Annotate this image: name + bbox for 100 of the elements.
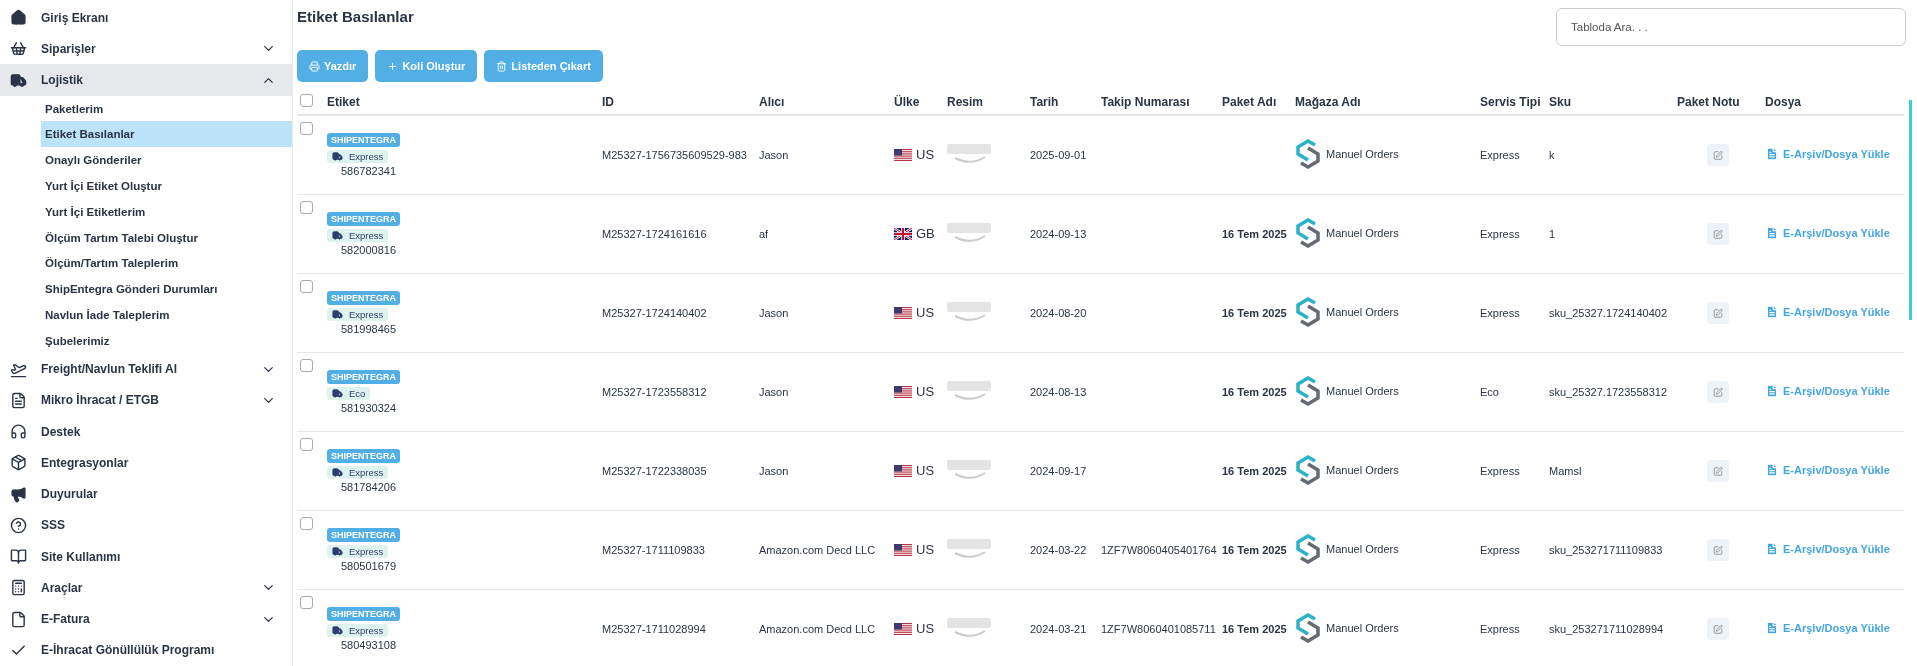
submenu-item[interactable]: Şubelerimiz bbox=[41, 327, 292, 354]
truck-icon bbox=[332, 467, 343, 478]
edit-note-button[interactable] bbox=[1707, 302, 1729, 324]
row-checkbox[interactable] bbox=[300, 201, 313, 214]
column-header: Takip Numarası bbox=[1098, 90, 1219, 115]
row-checkbox[interactable] bbox=[300, 122, 313, 135]
sidebar-item[interactable]: Freight/Navlun Teklifi Al bbox=[0, 353, 292, 385]
menu-item-icon bbox=[10, 9, 27, 27]
table-cell: M25327-1723558312 bbox=[599, 352, 756, 432]
service-tag: Eco bbox=[327, 387, 371, 400]
row-checkbox[interactable] bbox=[300, 359, 313, 372]
store-logo-icon bbox=[1295, 455, 1321, 485]
table-cell: sku_253271711109833 bbox=[1546, 510, 1674, 590]
table-cell: M25327-1711028994 bbox=[599, 589, 756, 666]
menu-item-icon bbox=[10, 610, 27, 628]
submenu-item[interactable]: Onaylı Gönderiler bbox=[41, 147, 292, 174]
no-image-placeholder bbox=[947, 302, 991, 324]
truck-icon bbox=[332, 388, 343, 399]
button-icon bbox=[387, 60, 399, 72]
no-image-placeholder bbox=[947, 223, 991, 245]
edit-icon bbox=[1713, 465, 1723, 477]
label-number: 586782341 bbox=[341, 165, 397, 177]
carrier-badge: SHIPENTEGRA bbox=[327, 528, 400, 542]
no-image-placeholder bbox=[947, 618, 991, 640]
submenu-item[interactable]: ShipEntegra Gönderi Durumları bbox=[41, 276, 292, 302]
us-flag-icon bbox=[894, 543, 912, 556]
row-checkbox[interactable] bbox=[300, 280, 313, 293]
submenu-item[interactable]: Yurt İçi Etiketlerim bbox=[41, 198, 292, 225]
sidebar-item[interactable]: Entegrasyonlar bbox=[0, 447, 292, 479]
submenu-item[interactable]: Paketlerim bbox=[41, 95, 292, 122]
select-all-checkbox[interactable] bbox=[300, 94, 313, 107]
edit-note-button[interactable] bbox=[1707, 144, 1729, 166]
table-cell: 2024-03-21 bbox=[1027, 589, 1098, 666]
table-cell: af bbox=[756, 194, 891, 274]
submenu-item[interactable]: Etiket Basılanlar bbox=[41, 121, 292, 148]
sidebar-item[interactable]: Mikro İhracat / ETGB bbox=[0, 384, 292, 416]
table-cell: Eco bbox=[1477, 352, 1546, 432]
table-cell: 2025-09-01 bbox=[1027, 115, 1098, 195]
package-name: 16 Tem 2025 bbox=[1222, 465, 1287, 477]
service-tag: Express bbox=[327, 229, 389, 242]
submenu-item[interactable]: Navlun İade Taleplerim bbox=[41, 301, 292, 328]
menu-item-icon bbox=[10, 391, 27, 409]
sidebar-item[interactable]: Site Kullanımı bbox=[0, 540, 292, 573]
column-header: Resim bbox=[944, 90, 1027, 115]
sidebar-item[interactable]: Siparişler bbox=[0, 33, 292, 65]
service-tag: Express bbox=[327, 545, 389, 558]
table-cell: sku_25327.1723558312 bbox=[1546, 352, 1674, 432]
table-cell: Express bbox=[1477, 194, 1546, 274]
row-checkbox[interactable] bbox=[300, 596, 313, 609]
store-name: Manuel Orders bbox=[1326, 148, 1399, 160]
table-cell: 2024-09-13 bbox=[1027, 194, 1098, 274]
country-code: US bbox=[916, 621, 935, 637]
table-cell: M25327-1711109833 bbox=[599, 510, 756, 590]
table-cell: k bbox=[1546, 115, 1674, 195]
no-image-placeholder bbox=[947, 144, 991, 166]
column-header: Paket Notu bbox=[1674, 90, 1762, 115]
service-tag: Express bbox=[327, 466, 389, 479]
no-image-placeholder bbox=[947, 539, 991, 561]
table-cell: M25327-1724161616 bbox=[599, 194, 756, 274]
country-code: US bbox=[916, 305, 935, 321]
sidebar-item[interactable]: Araçlar bbox=[0, 572, 292, 604]
row-checkbox[interactable] bbox=[300, 517, 313, 530]
us-flag-icon bbox=[894, 622, 912, 635]
edit-note-button[interactable] bbox=[1707, 223, 1729, 245]
sidebar-item[interactable]: E-İhracat Gönüllülük Programı bbox=[0, 634, 292, 666]
label-number: 580501679 bbox=[341, 560, 397, 572]
edit-note-button[interactable] bbox=[1707, 460, 1729, 482]
table-cell: Jason bbox=[756, 352, 891, 432]
submenu-item[interactable]: Ölçüm/Tartım Taleplerim bbox=[41, 250, 292, 277]
sidebar-item[interactable]: Lojistik bbox=[0, 64, 292, 96]
column-header: ID bbox=[599, 90, 756, 115]
table-cell: M25327-1722338035 bbox=[599, 431, 756, 511]
package-name: 16 Tem 2025 bbox=[1222, 307, 1287, 319]
country-code: US bbox=[916, 384, 935, 400]
menu-item-icon bbox=[10, 71, 27, 89]
column-header: Ülke bbox=[891, 90, 944, 115]
carrier-badge: SHIPENTEGRA bbox=[327, 370, 400, 384]
menu-item-icon bbox=[10, 423, 27, 441]
search-field[interactable]: Tabloda Ara. . . bbox=[1556, 8, 1906, 46]
column-header: Alıcı bbox=[756, 90, 891, 115]
sidebar-item[interactable]: Giriş Ekranı bbox=[0, 2, 292, 34]
table-cell: Jason bbox=[756, 115, 891, 195]
row-checkbox[interactable] bbox=[300, 438, 313, 451]
table-cell: sku_25327.1724140402 bbox=[1546, 273, 1674, 353]
table-cell: Express bbox=[1477, 431, 1546, 511]
sidebar-item[interactable]: E-Fatura bbox=[0, 603, 292, 635]
store-logo-icon bbox=[1295, 218, 1321, 248]
menu-item-icon bbox=[10, 454, 27, 472]
edit-note-button[interactable] bbox=[1707, 381, 1729, 403]
submenu-item[interactable]: Yurt İçi Etiket Oluştur bbox=[41, 173, 292, 199]
edit-note-button[interactable] bbox=[1707, 618, 1729, 640]
store-logo-icon bbox=[1295, 613, 1321, 643]
sidebar-item[interactable]: Destek bbox=[0, 416, 292, 448]
sidebar-item[interactable]: SSS bbox=[0, 509, 292, 541]
document-icon bbox=[1765, 621, 1779, 635]
label-number: 581930324 bbox=[341, 402, 397, 414]
submenu-item[interactable]: Ölçüm Tartım Talebi Oluştur bbox=[41, 224, 292, 251]
edit-note-button[interactable] bbox=[1707, 539, 1729, 561]
sidebar-item[interactable]: Duyurular bbox=[0, 478, 292, 510]
table-cell: Express bbox=[1477, 589, 1546, 666]
